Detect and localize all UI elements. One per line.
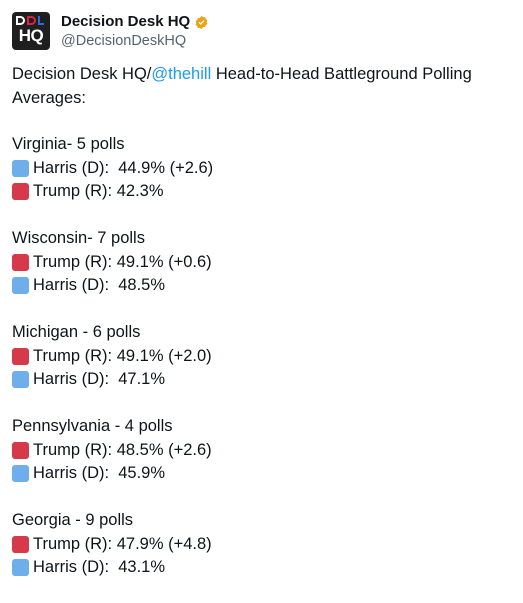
tweet-body: Decision Desk HQ/@thehill Head-to-Head B… <box>12 63 507 603</box>
display-name[interactable]: Decision Desk HQ <box>61 13 190 31</box>
account-handle[interactable]: @DecisionDeskHQ <box>61 32 209 50</box>
candidate-row: Harris (D): 43.1% <box>12 556 507 580</box>
tweet-intro: Decision Desk HQ/@thehill Head-to-Head B… <box>12 63 507 110</box>
red-square-icon <box>12 441 29 459</box>
blue-square-icon <box>12 159 29 177</box>
intro-prefix: Decision Desk HQ/ <box>12 65 152 83</box>
red-square-icon <box>12 183 29 201</box>
candidate-row: Harris (D): 45.9% <box>12 462 507 486</box>
verified-badge-icon <box>195 15 208 29</box>
candidate-result: Harris (D): 47.1% <box>33 370 166 388</box>
candidate-row: Trump (R): 48.5% (+2.6) <box>12 439 507 463</box>
candidate-result: Trump (R): 47.9% (+4.8) <box>33 534 212 553</box>
avatar-text: HQ <box>18 26 44 45</box>
mention-link[interactable]: @thehill <box>151 65 211 83</box>
candidate-row: Trump (R): 42.3% <box>12 180 507 204</box>
name-row: Decision Desk HQ <box>61 13 209 31</box>
state-title: Michigan - 6 polls <box>12 323 141 341</box>
red-square-icon <box>12 347 29 365</box>
state-block-pennsylvania: Pennsylvania - 4 polls Trump (R): 48.5% … <box>12 415 507 486</box>
candidate-result: Trump (R): 42.3% <box>33 182 164 200</box>
candidate-result: Harris (D): 43.1% <box>33 558 166 576</box>
candidate-row: Trump (R): 49.1% (+0.6) <box>12 251 507 275</box>
blue-square-icon <box>12 277 29 295</box>
red-square-icon <box>12 253 29 271</box>
candidate-result: Trump (R): 49.1% (+0.6) <box>33 252 212 271</box>
candidate-result: Trump (R): 49.1% (+2.0) <box>33 346 212 365</box>
tweet-header: HQ Decision Desk HQ @DecisionDeskHQ <box>12 12 209 50</box>
candidate-result: Harris (D): 48.5% <box>33 276 166 294</box>
candidate-row: Trump (R): 47.9% (+4.8) <box>12 533 507 557</box>
state-block-virginia: Virginia- 5 polls Harris (D): 44.9% (+2.… <box>12 133 507 204</box>
account-meta: Decision Desk HQ @DecisionDeskHQ <box>61 13 209 50</box>
avatar[interactable]: HQ <box>12 12 50 50</box>
candidate-result: Harris (D): 44.9% (+2.6) <box>33 158 214 177</box>
blue-square-icon <box>12 465 29 483</box>
red-square-icon <box>12 535 29 553</box>
state-block-georgia: Georgia - 9 polls Trump (R): 47.9% (+4.8… <box>12 509 507 580</box>
candidate-row: Harris (D): 47.1% <box>12 368 507 392</box>
state-title: Pennsylvania - 4 polls <box>12 417 173 435</box>
state-title: Wisconsin- 7 polls <box>12 229 145 247</box>
state-block-wisconsin: Wisconsin- 7 polls Trump (R): 49.1% (+0.… <box>12 227 507 298</box>
state-title: Georgia - 9 polls <box>12 511 134 529</box>
state-block-michigan: Michigan - 6 polls Trump (R): 49.1% (+2.… <box>12 321 507 392</box>
blue-square-icon <box>12 559 29 577</box>
candidate-row: Harris (D): 48.5% <box>12 274 507 298</box>
blue-square-icon <box>12 371 29 389</box>
candidate-result: Trump (R): 48.5% (+2.6) <box>33 440 212 459</box>
candidate-row: Trump (R): 49.1% (+2.0) <box>12 345 507 369</box>
ddhq-logo-icon <box>16 16 46 25</box>
candidate-result: Harris (D): 45.9% <box>33 464 166 482</box>
candidate-row: Harris (D): 44.9% (+2.6) <box>12 157 507 181</box>
state-title: Virginia- 5 polls <box>12 135 125 153</box>
